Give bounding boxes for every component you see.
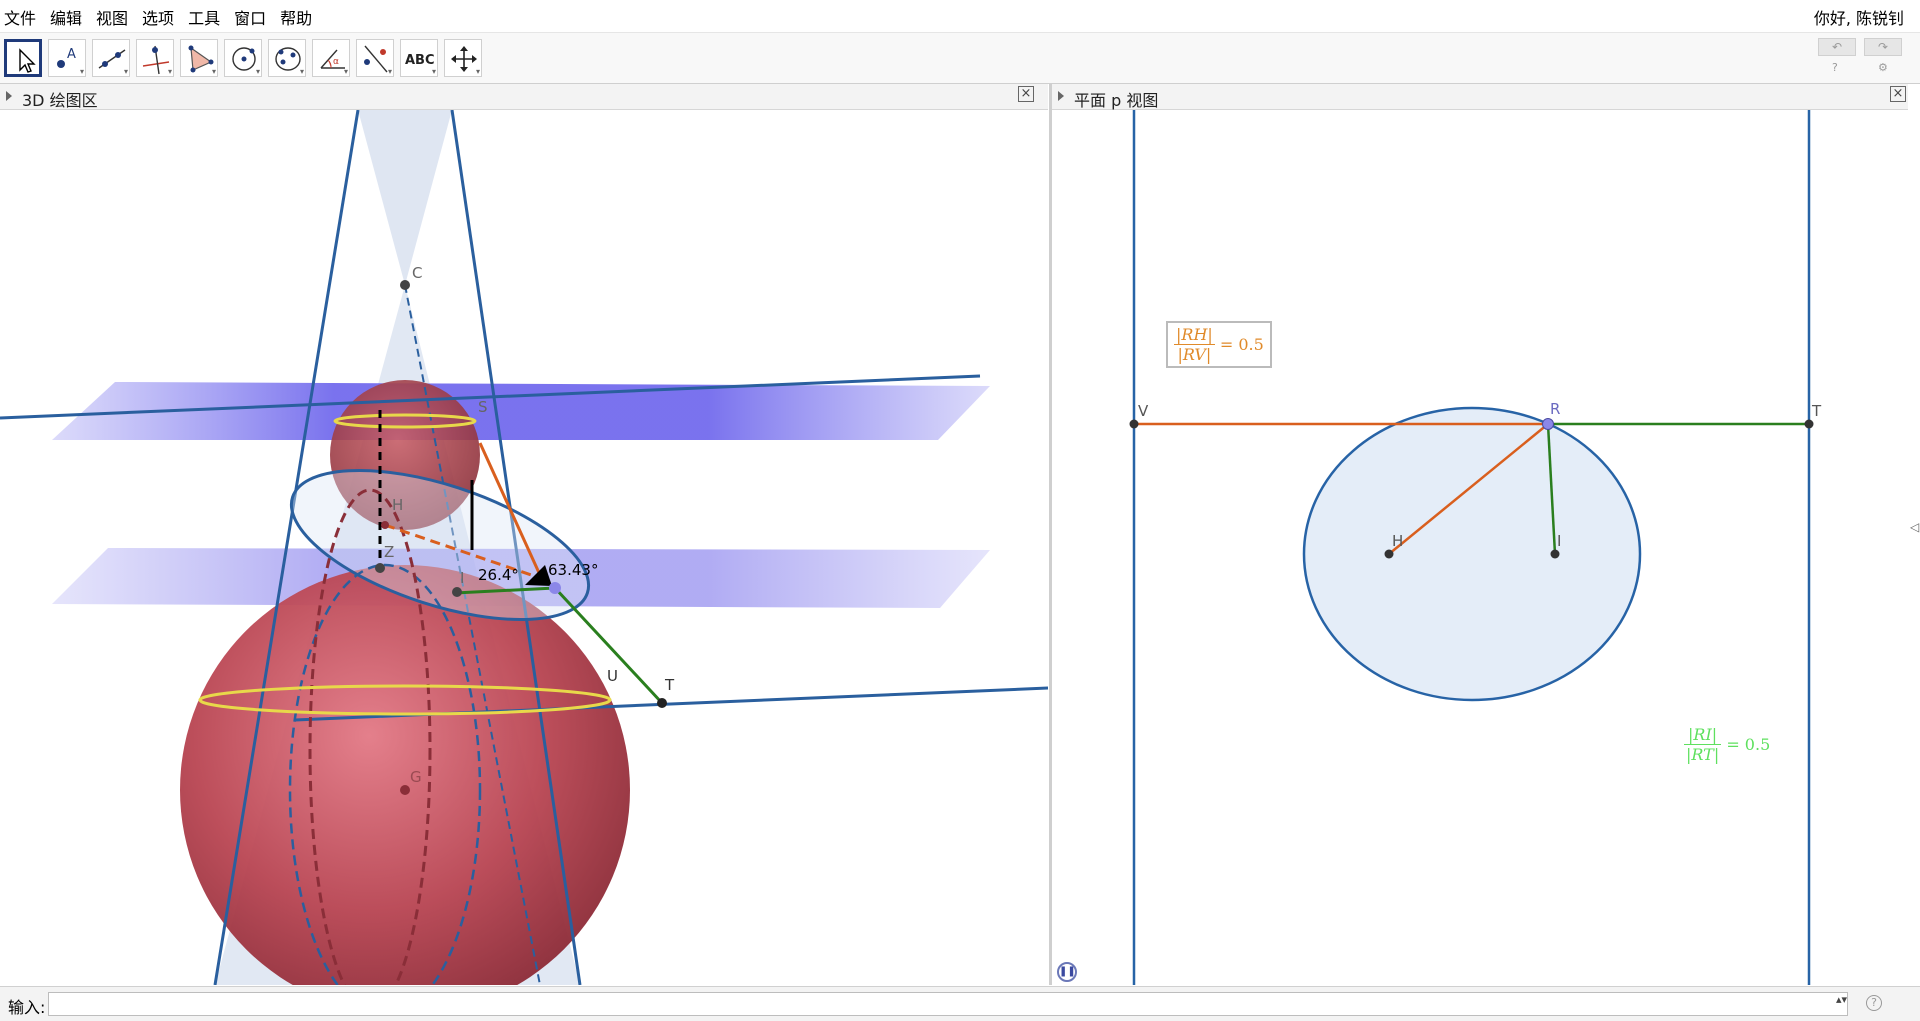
polygon-tool-button[interactable]: ▾ (180, 39, 218, 77)
view3d-header: 3D 绘图区 × (0, 84, 1048, 110)
move-view-tool-button[interactable]: ▾ (444, 39, 482, 77)
input-bar: 输入: ▴▾ ? (0, 986, 1920, 1021)
point-i-2d[interactable] (1550, 549, 1560, 559)
label-h: H (392, 496, 403, 514)
cursor-arrow-icon (19, 48, 36, 73)
menu-view[interactable]: 视图 (96, 5, 128, 29)
help-small-icon[interactable]: ? (1832, 61, 1838, 74)
formula-rhs: = 0.5 (1219, 335, 1264, 354)
numerator: |RI| (1684, 725, 1722, 745)
svg-text:A: A (67, 47, 76, 62)
label-c: C (412, 264, 422, 282)
svg-text:ABC: ABC (405, 53, 435, 68)
label-s: S (478, 398, 488, 416)
point-i[interactable] (452, 587, 462, 597)
svg-text:α: α (333, 57, 339, 67)
point-h-2d[interactable] (1384, 549, 1394, 559)
ratio-formula-ri-rt[interactable]: |RI| |RT| = 0.5 (1684, 725, 1770, 764)
settings-small-icon[interactable]: ⚙ (1878, 61, 1888, 74)
point-h[interactable] (381, 521, 389, 529)
text-tool-button[interactable]: ABC ▾ (400, 39, 438, 77)
perpendicular-tool-button[interactable]: ▾ (136, 39, 174, 77)
label-i-2d: I (1557, 532, 1561, 550)
view2d-canvas[interactable]: V R T H I |RH| |RV| = 0.5 |RI| |RT| = 0.… (1052, 110, 1908, 985)
upper-cone-surface (358, 110, 452, 285)
point-g[interactable] (400, 785, 410, 795)
view3d-title: 3D 绘图区 (22, 91, 98, 110)
redo-button[interactable]: ↷ (1864, 38, 1902, 56)
toolbar: A ▾ ▾ ▾ ▾ ▾ ▾ α ▾ ▾ ABC ▾ ▾ ↶ ↷ ? ⚙ (0, 33, 1920, 84)
label-v-2d: V (1138, 402, 1149, 420)
angle-tool-button[interactable]: α ▾ (312, 39, 350, 77)
help-icon[interactable]: ? (1866, 995, 1882, 1011)
numerator: |RH| (1174, 325, 1215, 345)
input-label: 输入: (8, 998, 46, 1017)
input-history-arrows-icon[interactable]: ▴▾ (1836, 993, 1847, 1006)
input-field[interactable] (48, 992, 1848, 1016)
point-r-2d[interactable] (1542, 418, 1554, 430)
label-t: T (664, 676, 675, 694)
point-z[interactable] (375, 563, 385, 573)
conic-tool-button[interactable]: ▾ (268, 39, 306, 77)
menu-bar: 文件 编辑 视图 选项 工具 窗口 帮助 你好, 陈锐钊 (0, 0, 1920, 33)
user-greeting[interactable]: 你好, 陈锐钊 (1814, 5, 1904, 29)
point-t-2d[interactable] (1804, 419, 1814, 429)
pause-animation-button[interactable]: ❚❚ (1057, 962, 1077, 982)
label-i: I (460, 569, 464, 587)
angle-label-1: 26.4° (478, 566, 519, 584)
view3d-drawing[interactable]: C S H Z I U T G 26.4° 63.43° (0, 110, 1048, 985)
move-tool-button[interactable] (4, 39, 42, 77)
angle-label-2: 63.43° (548, 561, 598, 579)
large-sphere (180, 565, 630, 985)
denominator: |RV| (1177, 345, 1212, 364)
collapse-arrow-icon[interactable] (6, 91, 12, 101)
formula-rhs: = 0.5 (1726, 735, 1771, 754)
view2d-drawing[interactable]: V R T H I (1052, 110, 1908, 985)
view2d-title: 平面 p 视图 (1074, 91, 1159, 110)
point-t[interactable] (657, 698, 667, 708)
menu-help[interactable]: 帮助 (280, 5, 312, 29)
section-ellipse-2d (1302, 406, 1642, 702)
label-u: U (607, 667, 618, 685)
denominator: |RT| (1686, 745, 1720, 764)
undo-button[interactable]: ↶ (1818, 38, 1856, 56)
fraction: |RI| |RT| (1684, 725, 1722, 764)
circle-tool-button[interactable]: ▾ (224, 39, 262, 77)
collapse-arrow-icon[interactable] (1058, 91, 1064, 101)
point-c[interactable] (400, 280, 410, 290)
label-g: G (410, 768, 422, 786)
line-tool-button[interactable]: ▾ (92, 39, 130, 77)
ratio-formula-rh-rv[interactable]: |RH| |RV| = 0.5 (1166, 321, 1272, 368)
view3d-canvas[interactable]: C S H Z I U T G 26.4° 63.43° (0, 110, 1048, 985)
point-r[interactable] (549, 582, 561, 594)
menu-list: 文件 编辑 视图 选项 工具 窗口 帮助 (4, 5, 312, 29)
label-r-2d: R (1550, 400, 1560, 418)
menu-options[interactable]: 选项 (142, 5, 174, 29)
redo-icon: ↷ (1877, 40, 1889, 54)
menu-file[interactable]: 文件 (4, 5, 36, 29)
label-z: Z (384, 543, 394, 561)
label-t-2d: T (1811, 402, 1822, 420)
close-icon[interactable]: × (1018, 86, 1034, 102)
fraction: |RH| |RV| (1174, 325, 1215, 364)
point-v-2d[interactable] (1129, 419, 1139, 429)
menu-edit[interactable]: 编辑 (50, 5, 82, 29)
close-icon[interactable]: × (1890, 86, 1906, 102)
menu-window[interactable]: 窗口 (234, 5, 266, 29)
view2d-header: 平面 p 视图 × (1052, 84, 1908, 110)
reflect-tool-button[interactable]: ▾ (356, 39, 394, 77)
label-h-2d: H (1392, 532, 1403, 550)
sidebar-toggle-icon[interactable]: ◁ (1910, 520, 1920, 540)
point-tool-button[interactable]: A ▾ (48, 39, 86, 77)
menu-tools[interactable]: 工具 (188, 5, 220, 29)
pause-icon: ❚❚ (1059, 966, 1076, 977)
undo-icon: ↶ (1831, 40, 1843, 54)
